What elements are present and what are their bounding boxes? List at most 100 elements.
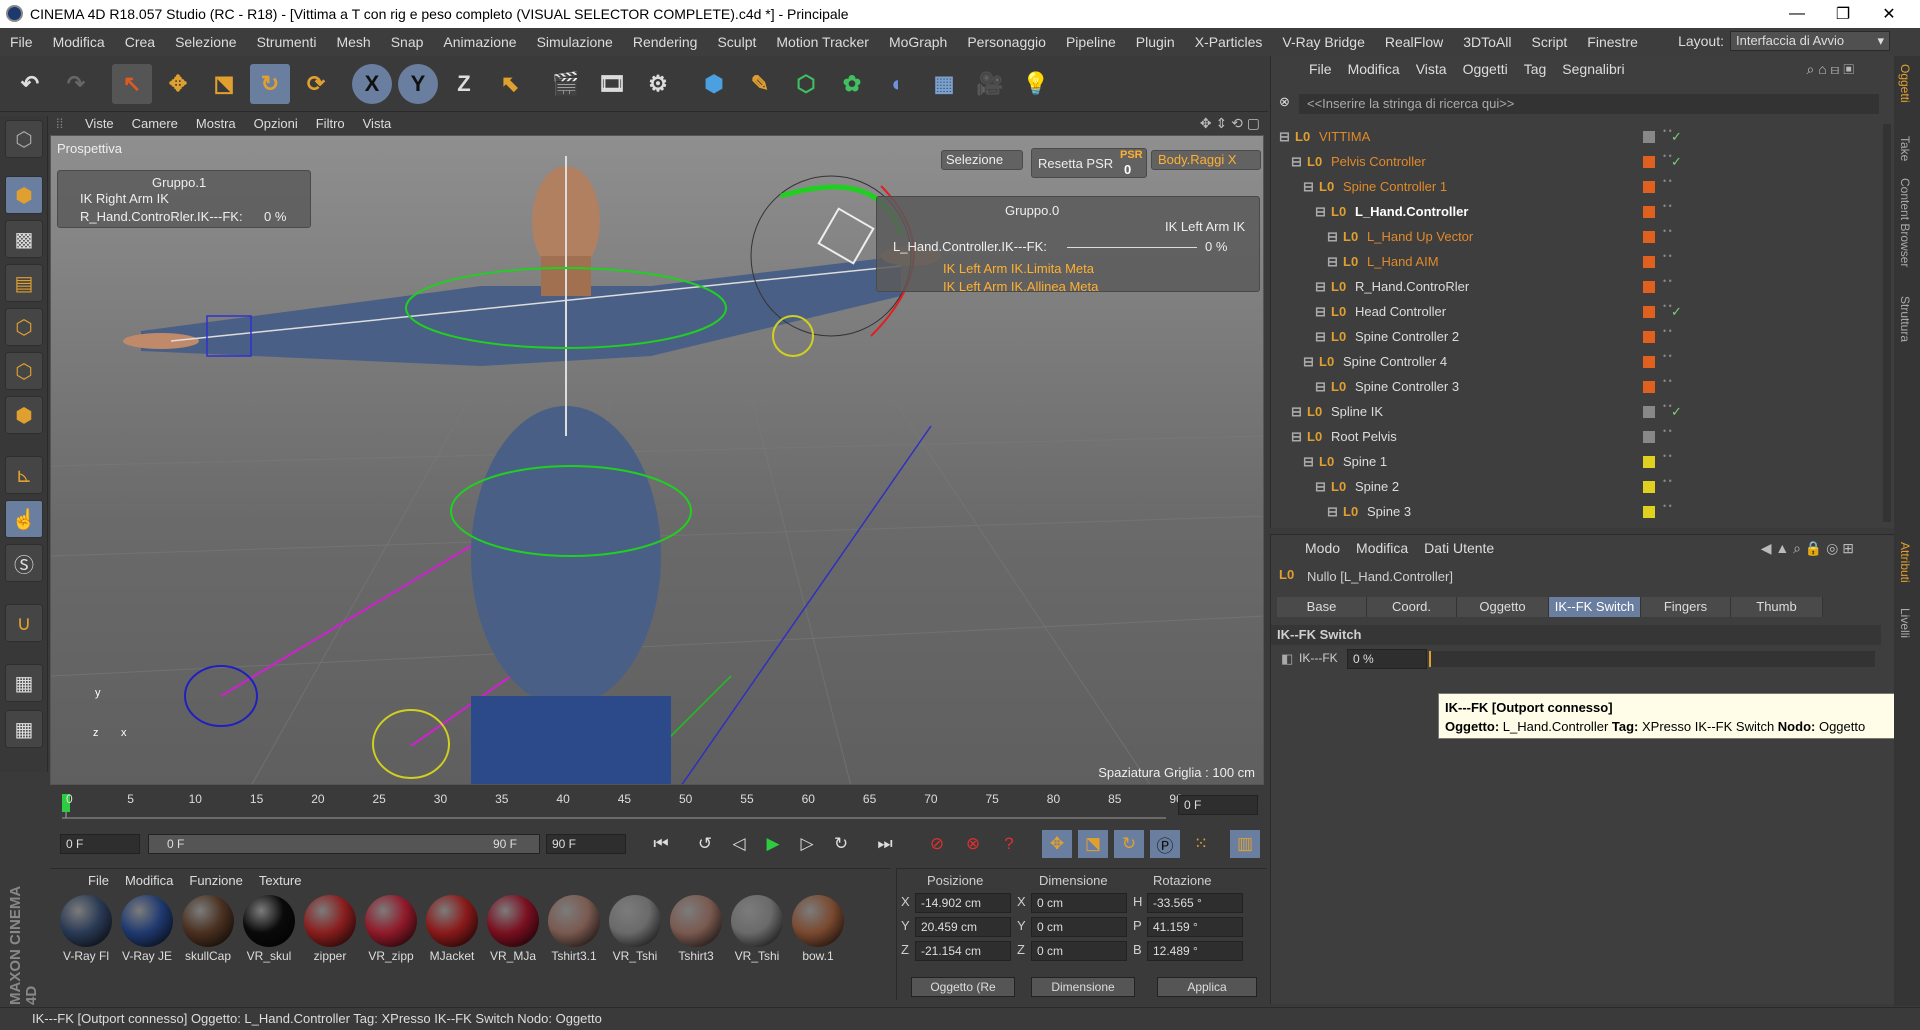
recent-tool-icon[interactable]: ⟳ [296, 64, 336, 104]
go-to-end-icon[interactable]: ⏭ [870, 830, 900, 858]
obj-menu-tag[interactable]: Tag [1516, 61, 1555, 77]
material-menu-texture[interactable]: Texture [251, 873, 310, 888]
key-position-icon[interactable]: ✥ [1042, 830, 1072, 858]
tab-thumb[interactable]: Thumb [1731, 597, 1823, 617]
menu-rendering[interactable]: Rendering [623, 34, 708, 50]
apply-button[interactable]: Applica [1157, 977, 1257, 997]
visibility-dots-icon[interactable]: • • [1663, 127, 1672, 144]
coordinate-system-icon[interactable]: ⬉ [490, 64, 530, 104]
preview-range-slider[interactable]: 0 F 90 F [148, 834, 540, 854]
material-swatch[interactable]: VR_skul [241, 895, 297, 967]
maximize-button[interactable]: ❐ [1820, 0, 1866, 28]
viewport-nav-icons[interactable]: ✥ ⇕ ⟲ ▢ [1200, 115, 1260, 132]
render-view-icon[interactable]: 🎬 [546, 64, 586, 104]
minimize-button[interactable]: — [1774, 0, 1820, 28]
render-settings-icon[interactable]: ⚙ [638, 64, 678, 104]
material-swatch[interactable]: bow.1 [790, 895, 846, 967]
tab-fingers[interactable]: Fingers [1641, 597, 1731, 617]
layer-color-swatch[interactable] [1643, 381, 1655, 393]
menu-plugin[interactable]: Plugin [1126, 34, 1185, 50]
material-swatch[interactable]: MJacket [424, 895, 480, 967]
coord-position-field[interactable]: -14.902 cm [915, 893, 1011, 913]
visibility-dots-icon[interactable]: • • [1663, 452, 1672, 469]
viewport-menu-vista[interactable]: Vista [354, 116, 401, 131]
menu-crea[interactable]: Crea [115, 34, 165, 50]
ik-fk-slider[interactable] [1429, 651, 1875, 667]
expand-toggle-icon[interactable]: ⊟ [1327, 499, 1338, 524]
next-frame-icon[interactable]: ▷ [792, 830, 822, 858]
tab-ik-fk-switch[interactable]: IK--FK Switch [1549, 597, 1641, 617]
object-row[interactable]: ⊟ L0 L_Hand Up Vector • • [1271, 224, 1881, 249]
visibility-dots-icon[interactable]: • • [1663, 302, 1672, 319]
start-frame-field[interactable]: 0 F [60, 834, 140, 854]
object-row[interactable]: ⊟ L0 Head Controller • • ✓ [1271, 299, 1881, 324]
close-button[interactable]: ✕ [1866, 0, 1912, 28]
object-row[interactable]: ⊟ L0 Root Pelvis • • [1271, 424, 1881, 449]
layer-color-swatch[interactable] [1643, 231, 1655, 243]
deformer-icon[interactable]: ◐ [878, 64, 918, 104]
material-menu-funzione[interactable]: Funzione [181, 873, 250, 888]
selezione-button[interactable]: Selezione [941, 150, 1023, 170]
material-swatch[interactable]: Tshirt3 [668, 895, 724, 967]
tab-coord[interactable]: Coord. [1367, 597, 1457, 617]
key-rotation-icon[interactable]: ↻ [1114, 830, 1144, 858]
layer-color-swatch[interactable] [1643, 156, 1655, 168]
object-row[interactable]: ⊟ L0 Pelvis Controller • • ✓ [1271, 149, 1881, 174]
visibility-dots-icon[interactable]: • • [1663, 352, 1672, 369]
points-mode-icon[interactable]: ⬡ [5, 308, 43, 346]
visibility-dots-icon[interactable]: • • [1663, 252, 1672, 269]
expand-toggle-icon[interactable]: ⊟ [1303, 449, 1314, 474]
visibility-dots-icon[interactable]: • • [1663, 327, 1672, 344]
object-row[interactable]: ⊟ L0 Spline IK • • ✓ [1271, 399, 1881, 424]
menu-finestre[interactable]: Finestre [1577, 34, 1648, 50]
enabled-check-icon[interactable]: ✓ [1671, 399, 1682, 424]
key-scale-icon[interactable]: ⬔ [1078, 830, 1108, 858]
coord-rotation-field[interactable]: 12.489 ° [1147, 941, 1243, 961]
layer-color-swatch[interactable] [1643, 481, 1655, 493]
menu-mograph[interactable]: MoGraph [879, 34, 957, 50]
expand-toggle-icon[interactable]: ⊟ [1315, 324, 1326, 349]
ik-fk-value-field[interactable]: 0 % [1347, 649, 1427, 669]
object-row[interactable]: ⊟ L0 R_Hand.ControRler • • [1271, 274, 1881, 299]
side-tab-content-browser[interactable]: Content Browser [1898, 178, 1912, 267]
timeline-ruler[interactable]: 0 5 10 15 20 25 30 35 40 45 50 55 60 65 70 75 80 85 90 0 F [50, 790, 1266, 820]
side-tab-oggetti[interactable]: Oggetti [1898, 64, 1912, 103]
undo-icon[interactable]: ↶ [10, 64, 50, 104]
keyframe-selection-icon[interactable]: ? [994, 830, 1024, 858]
scale-icon[interactable]: ⬔ [204, 64, 244, 104]
locked-workplane-icon[interactable]: ▦ [5, 710, 43, 748]
subdivision-icon[interactable]: ⬡ [786, 64, 826, 104]
key-parameter-icon[interactable]: Ⓟ [1150, 830, 1180, 858]
side-tab-livelli[interactable]: Livelli [1898, 608, 1912, 638]
visibility-dots-icon[interactable]: • • [1663, 227, 1672, 244]
hud-right-group-label[interactable]: Gruppo.0 [1005, 203, 1059, 218]
expand-toggle-icon[interactable]: ⊟ [1303, 174, 1314, 199]
material-swatch[interactable]: zipper [302, 895, 358, 967]
material-swatch[interactable]: V-Ray Fl [58, 895, 114, 967]
menu-pipeline[interactable]: Pipeline [1056, 34, 1126, 50]
visibility-dots-icon[interactable]: • • [1663, 202, 1672, 219]
expand-toggle-icon[interactable]: ⊟ [1315, 199, 1326, 224]
layer-color-swatch[interactable] [1643, 306, 1655, 318]
menu-file[interactable]: File [0, 34, 43, 50]
object-row[interactable]: ⊟ L0 Spine 1 • • [1271, 449, 1881, 474]
layer-color-swatch[interactable] [1643, 406, 1655, 418]
timeline-scheme-icon[interactable]: ▥ [1230, 830, 1260, 858]
layer-color-swatch[interactable] [1643, 331, 1655, 343]
expand-toggle-icon[interactable]: ⊟ [1327, 249, 1338, 274]
layer-color-swatch[interactable] [1643, 456, 1655, 468]
hud-opt-allinea-meta[interactable]: IK Left Arm IK.Allinea Meta [943, 279, 1098, 294]
menu-selezione[interactable]: Selezione [165, 34, 247, 50]
autokey-icon[interactable]: ⊗ [958, 830, 988, 858]
coord-dimension-mode-dropdown[interactable]: Dimensione [1031, 977, 1135, 997]
go-to-next-key-icon[interactable]: ↻ [826, 830, 856, 858]
cloner-icon[interactable]: ✿ [832, 64, 872, 104]
axis-mode-icon[interactable]: ⊾ [5, 456, 43, 494]
object-row[interactable]: ⊟ L0 L_Hand.Controller • • [1271, 199, 1881, 224]
attr-menu-modifica[interactable]: Modifica [1348, 540, 1416, 556]
obj-menu-segnalibri[interactable]: Segnalibri [1554, 61, 1632, 77]
menu-mesh[interactable]: Mesh [326, 34, 380, 50]
menu-personaggio[interactable]: Personaggio [957, 34, 1056, 50]
expand-toggle-icon[interactable]: ⊟ [1327, 224, 1338, 249]
visibility-dots-icon[interactable]: • • [1663, 177, 1672, 194]
